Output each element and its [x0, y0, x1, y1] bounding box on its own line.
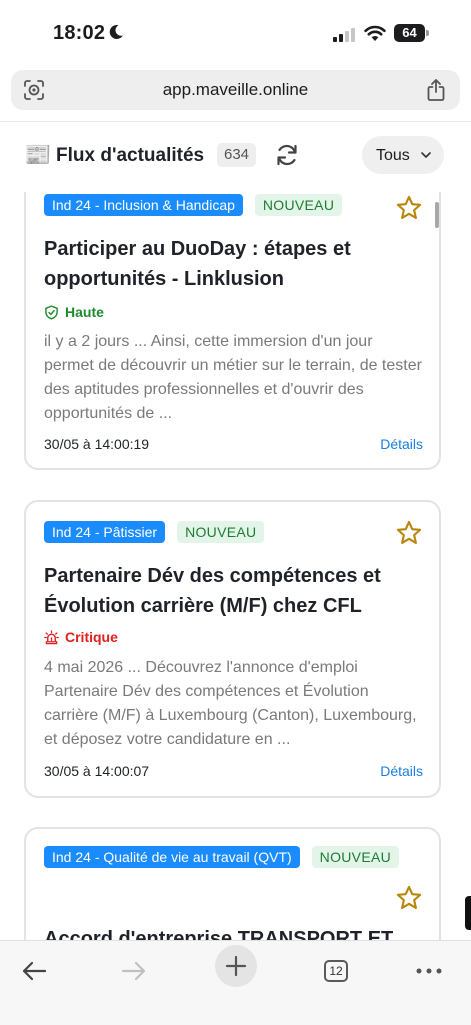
category-tag[interactable]: Ind 24 - Pâtissier — [44, 521, 166, 543]
count-badge: 634 — [217, 143, 257, 167]
card-title[interactable]: Accord d'entreprise TRANSPORT ET — [44, 924, 414, 940]
more-dots-icon — [416, 968, 442, 974]
details-link[interactable]: Détails — [380, 763, 423, 779]
new-badge: NOUVEAU — [311, 846, 400, 868]
priority-label: Haute — [44, 304, 104, 320]
priority-text: Critique — [65, 629, 118, 645]
card-snippet: il y a 2 jours ... Ainsi, cette immersio… — [44, 333, 422, 422]
divider — [0, 121, 471, 122]
newspaper-icon: 📰 — [24, 142, 52, 167]
battery-icon: 64 — [394, 24, 429, 42]
star-outline-icon[interactable] — [395, 884, 423, 912]
tabs-button[interactable]: 12 — [316, 951, 356, 991]
scrollbar[interactable] — [435, 202, 439, 228]
card-title[interactable]: Partenaire Dév des compétences et Évolut… — [44, 561, 414, 621]
filter-value: Tous — [376, 147, 410, 164]
details-link[interactable]: Détails — [380, 436, 423, 452]
priority-text: Haute — [65, 304, 104, 320]
filter-select[interactable]: Tous — [362, 136, 444, 174]
page-title: Flux d'actualités — [56, 145, 205, 166]
address-bar[interactable]: app.maveille.online — [11, 70, 460, 110]
feed-header: 📰 Flux d'actualités 634 Tous — [0, 134, 471, 178]
chevron-down-icon — [421, 152, 431, 158]
shield-check-icon — [45, 304, 58, 320]
news-card[interactable]: Ind 24 - Qualité de vie au travail (QVT)… — [24, 827, 441, 940]
new-badge: NOUVEAU — [177, 521, 265, 543]
wifi-icon — [364, 25, 386, 41]
browser-toolbar: 12 — [0, 940, 471, 1025]
category-tag[interactable]: Ind 24 - Qualité de vie au travail (QVT) — [44, 846, 300, 868]
card-date: 30/05 à 14:00:19 — [44, 436, 150, 452]
battery-level: 64 — [394, 24, 425, 42]
side-panel-handle[interactable] — [465, 896, 471, 930]
refresh-icon[interactable] — [274, 142, 300, 168]
siren-icon — [44, 629, 59, 644]
star-outline-icon[interactable] — [395, 194, 423, 222]
more-menu-button[interactable] — [409, 951, 449, 991]
moon-icon — [109, 24, 123, 39]
cellular-signal-icon — [333, 26, 355, 42]
news-feed[interactable]: Ind 24 - Inclusion & Handicap NOUVEAU Pa… — [0, 192, 471, 940]
forward-button[interactable] — [114, 951, 154, 991]
star-outline-icon[interactable] — [395, 519, 423, 547]
arrow-left-icon — [22, 961, 47, 981]
card-title[interactable]: Participer au DuoDay : étapes et opportu… — [44, 234, 414, 294]
status-bar: 18:02 64 — [0, 0, 471, 66]
tab-count: 12 — [324, 960, 348, 982]
new-badge: NOUVEAU — [254, 194, 343, 216]
url-text[interactable]: app.maveille.online — [11, 80, 460, 100]
news-card[interactable]: Ind 24 - Pâtissier NOUVEAU Partenaire Dé… — [24, 500, 441, 798]
card-date: 30/05 à 14:00:07 — [44, 763, 150, 779]
arrow-right-icon — [121, 961, 146, 981]
share-icon[interactable] — [426, 78, 446, 102]
priority-label: Critique — [44, 629, 118, 645]
status-time: 18:02 — [53, 22, 106, 44]
plus-icon — [225, 955, 247, 977]
new-tab-button[interactable] — [215, 945, 257, 987]
card-snippet: 4 mai 2026 ... Découvrez l'annonce d'emp… — [44, 659, 417, 748]
news-card[interactable]: Ind 24 - Inclusion & Handicap NOUVEAU Pa… — [24, 192, 441, 470]
back-button[interactable] — [14, 951, 54, 991]
category-tag[interactable]: Ind 24 - Inclusion & Handicap — [44, 194, 243, 216]
